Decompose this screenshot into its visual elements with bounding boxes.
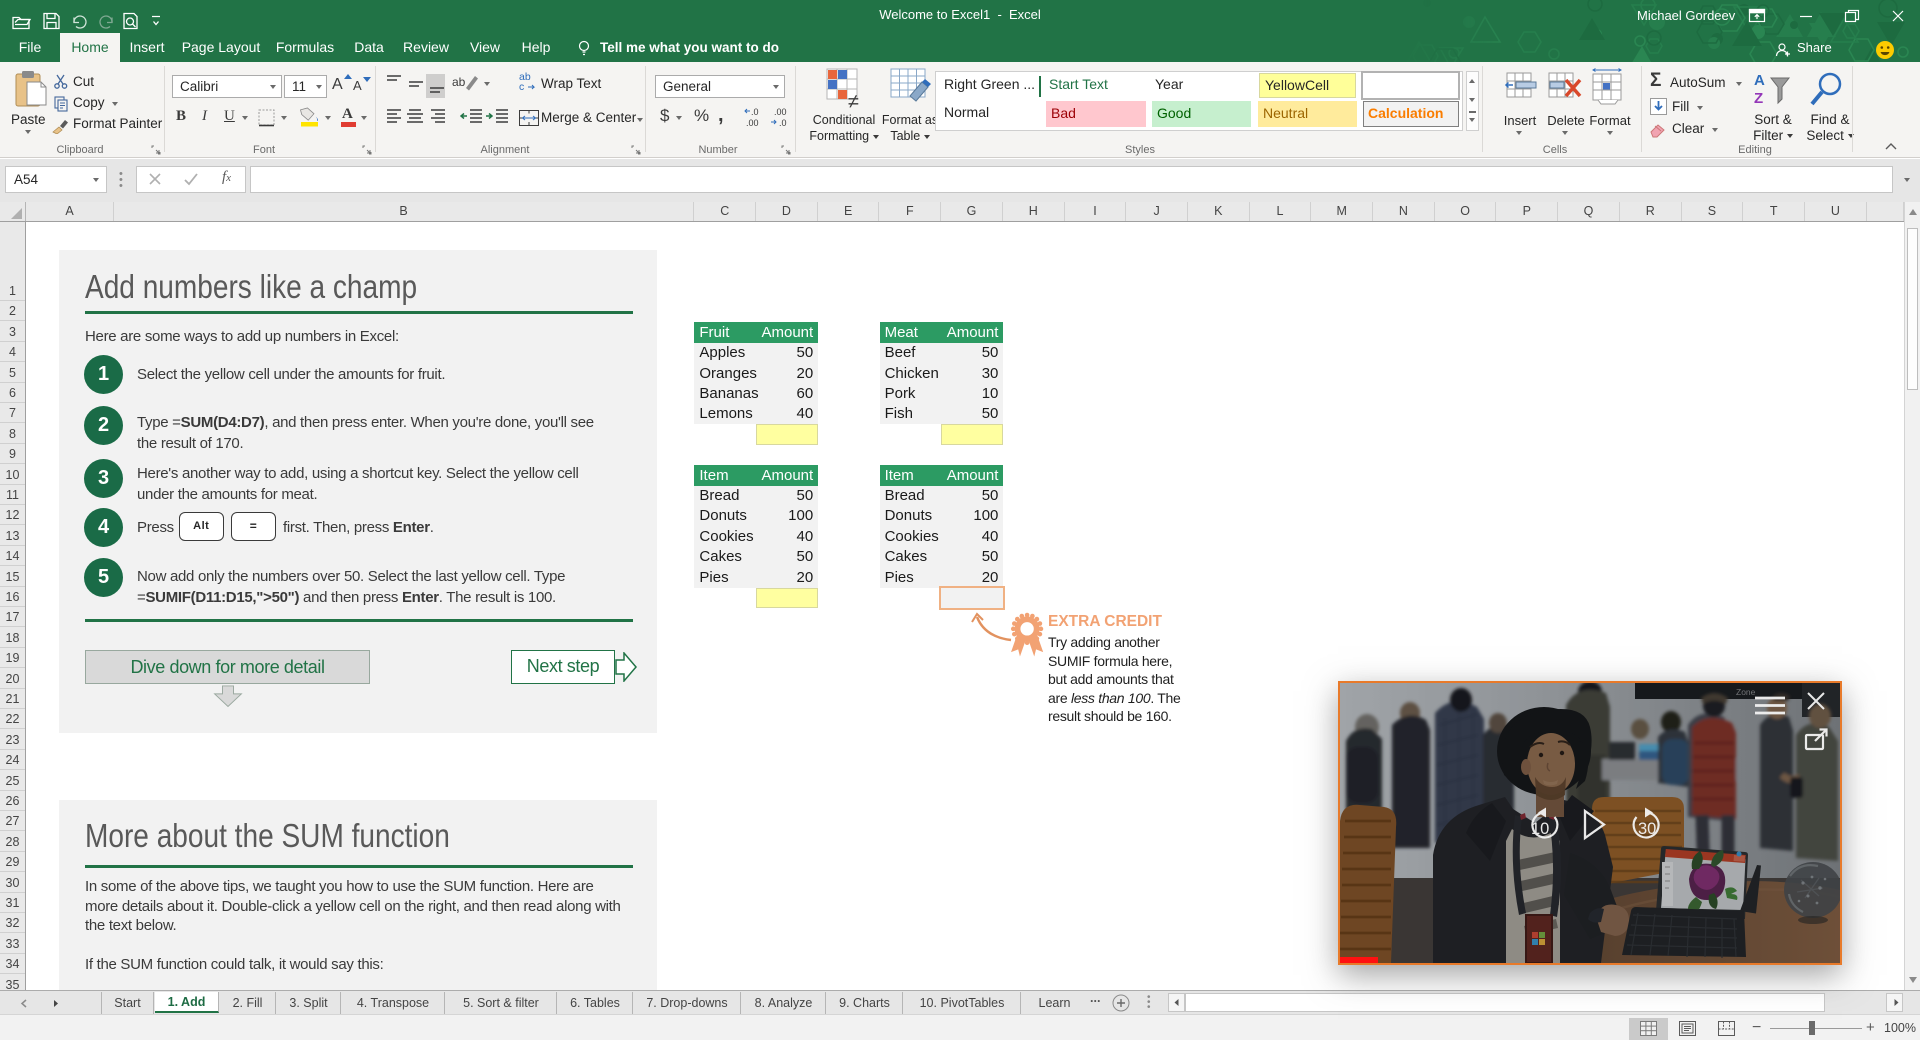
svg-text:10: 10 [1531,820,1549,838]
svg-text:Z: Z [1754,90,1763,107]
svg-text:ab: ab [452,75,466,89]
svg-text:.0: .0 [751,107,759,117]
svg-text:≠: ≠ [848,91,859,108]
svg-text:.00: .00 [746,118,759,128]
svg-text:c: c [519,81,524,92]
svg-text:.0: .0 [779,118,787,128]
svg-text:A: A [1754,72,1765,89]
svg-text:30: 30 [1638,820,1656,838]
svg-text:.00: .00 [774,107,787,117]
